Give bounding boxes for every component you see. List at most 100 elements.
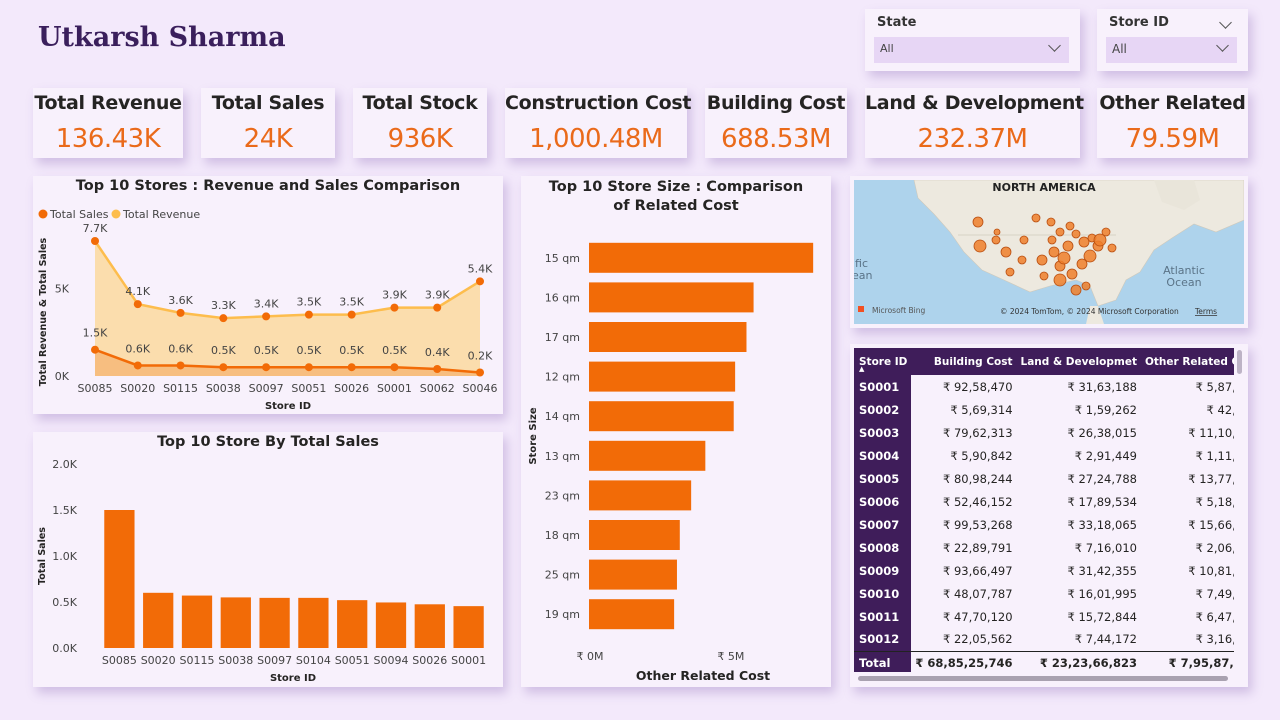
state-slicer[interactable]: State All <box>865 9 1080 71</box>
table-row[interactable]: S0008 ₹ 22,89,791 ₹ 7,16,010 ₹ 2,06,324 <box>854 536 1234 559</box>
bar[interactable] <box>589 599 675 630</box>
bar[interactable] <box>298 597 329 648</box>
table-row[interactable]: S0002 ₹ 5,69,314 ₹ 1,59,262 ₹ 42,444 <box>854 398 1234 421</box>
bar[interactable] <box>375 602 407 648</box>
bar[interactable] <box>259 597 290 648</box>
bar[interactable] <box>589 559 677 590</box>
store-location-dot[interactable] <box>1039 271 1049 281</box>
column-header-building-cost[interactable]: Building Cost <box>911 348 1017 375</box>
revenue-point[interactable] <box>176 308 185 317</box>
total-sales-chart-card[interactable]: Top 10 Store By Total Sales 0.0K 0.5K 1.0K… <box>33 432 503 687</box>
sales-point[interactable] <box>262 363 271 372</box>
revenue-sales-area-chart[interactable]: Total Sales Total Revenue 5K 0K Total Revenu… <box>33 176 503 414</box>
column-header-land-development[interactable]: Land & Developmet <box>1016 348 1141 375</box>
store-location-dot[interactable] <box>1031 213 1041 223</box>
store-location-dot[interactable] <box>993 228 1001 236</box>
table-row[interactable]: S0007 ₹ 99,53,268 ₹ 33,18,065 ₹ 15,66,057 <box>854 513 1234 536</box>
table-row[interactable]: S0004 ₹ 5,90,842 ₹ 2,91,449 ₹ 1,11,664 <box>854 444 1234 467</box>
bar[interactable] <box>589 242 814 273</box>
store-location-dot[interactable] <box>1071 229 1081 239</box>
bar[interactable] <box>589 361 736 392</box>
store-location-dot[interactable] <box>991 235 1001 245</box>
state-dropdown[interactable]: All <box>874 37 1069 63</box>
store-location-dot[interactable] <box>1053 273 1067 287</box>
column-header-store-id[interactable]: Store ID ▲ <box>854 348 912 375</box>
bar[interactable] <box>414 604 445 648</box>
store-location-dot[interactable] <box>973 239 987 253</box>
sort-asc-icon[interactable]: ▲ <box>859 365 864 373</box>
sales-point[interactable] <box>219 363 228 372</box>
vertical-scrollbar[interactable] <box>1237 350 1242 374</box>
table-row[interactable]: S0005 ₹ 80,98,244 ₹ 27,24,788 ₹ 13,77,627 <box>854 467 1234 490</box>
bar[interactable] <box>589 440 706 471</box>
revenue-point[interactable] <box>91 237 99 245</box>
store-location-dot[interactable] <box>1066 268 1078 280</box>
bar[interactable] <box>143 592 174 648</box>
column-header-other-related-cost[interactable]: Other Related Cost <box>1140 348 1234 375</box>
revenue-point[interactable] <box>262 312 271 321</box>
bar[interactable] <box>589 282 754 313</box>
north-america-map[interactable]: NORTH AMERICA ificean AtlanticOcean Micr… <box>854 180 1244 324</box>
cost-table[interactable]: Store ID ▲ Building Cost Land & Developm… <box>854 348 1234 672</box>
table-row[interactable]: S0010 ₹ 48,07,787 ₹ 16,01,995 ₹ 7,49,086 <box>854 582 1234 605</box>
bar[interactable] <box>104 510 135 648</box>
map-terms-link[interactable]: Terms <box>1194 307 1217 316</box>
revenue-point[interactable] <box>476 277 484 286</box>
sales-point[interactable] <box>304 363 313 372</box>
table-row[interactable]: S0012 ₹ 22,05,562 ₹ 7,44,172 ₹ 3,16,866 <box>854 628 1234 651</box>
sales-point[interactable] <box>91 345 99 354</box>
store-location-dot[interactable] <box>1101 227 1111 237</box>
store-id-slicer[interactable]: Store ID All <box>1097 9 1248 71</box>
store-location-dot[interactable] <box>1057 251 1071 265</box>
store-size-chart-card[interactable]: Top 10 Store Size : Comparison of Relate… <box>521 176 831 687</box>
table-row[interactable]: S0009 ₹ 93,66,497 ₹ 31,42,355 ₹ 10,81,868 <box>854 559 1234 582</box>
store-location-dot[interactable] <box>1065 221 1075 231</box>
store-location-dot[interactable] <box>1000 246 1012 258</box>
revenue-point[interactable] <box>433 303 442 312</box>
sales-point[interactable] <box>390 363 399 372</box>
bar[interactable] <box>589 480 692 511</box>
store-location-dot[interactable] <box>1048 246 1060 258</box>
store-location-dot[interactable] <box>1076 258 1088 270</box>
sales-point[interactable] <box>347 363 356 372</box>
bar[interactable] <box>589 322 747 352</box>
revenue-point[interactable] <box>390 303 399 312</box>
table-row[interactable]: S0003 ₹ 79,62,313 ₹ 26,38,015 ₹ 11,10,819 <box>854 421 1234 444</box>
bar[interactable] <box>220 597 251 648</box>
store-location-dot[interactable] <box>1036 254 1048 266</box>
horizontal-scrollbar[interactable] <box>858 676 1228 681</box>
revenue-point[interactable] <box>347 310 356 319</box>
revenue-point[interactable] <box>304 310 313 319</box>
total-sales-bar-chart[interactable]: 0.0K 0.5K 1.0K 1.5K 2.0K Total Sales S0085 S002… <box>33 432 503 687</box>
store-location-dot[interactable] <box>1070 284 1082 296</box>
store-location-dot[interactable] <box>1062 240 1074 252</box>
store-map-card[interactable]: NORTH AMERICA ificean AtlanticOcean Micr… <box>850 176 1248 328</box>
revenue-point[interactable] <box>133 300 142 309</box>
sales-point[interactable] <box>433 364 442 373</box>
table-row[interactable]: S0001 ₹ 92,58,470 ₹ 31,63,188 ₹ 5,87,734 <box>854 375 1234 398</box>
bar[interactable] <box>181 595 213 648</box>
table-row[interactable]: S0006 ₹ 52,46,152 ₹ 17,89,534 ₹ 5,18,395 <box>854 490 1234 513</box>
bar[interactable] <box>337 600 368 648</box>
bar[interactable] <box>589 401 734 432</box>
store-location-dot[interactable] <box>1107 243 1117 253</box>
store-location-dot[interactable] <box>1019 235 1029 245</box>
store-location-dot[interactable] <box>1017 255 1027 265</box>
legend-label[interactable]: Total Revenue <box>122 208 200 221</box>
store-location-dot[interactable] <box>1055 227 1065 237</box>
store-location-dot[interactable] <box>1046 217 1056 227</box>
store-location-dot[interactable] <box>1081 281 1091 291</box>
revenue-sales-chart-card[interactable]: Top 10 Stores : Revenue and Sales Compar… <box>33 176 503 414</box>
store-location-dot[interactable] <box>1047 235 1057 245</box>
store-location-dot[interactable] <box>972 216 984 228</box>
sales-point[interactable] <box>476 368 484 377</box>
store-size-hbar-chart[interactable]: 15 qm 16 qm 17 qm 12 qm 14 qm 13 qm 23 qm 18 qm… <box>521 176 831 687</box>
legend-label[interactable]: Total Sales <box>49 208 109 221</box>
store-location-dot[interactable] <box>1005 267 1015 277</box>
bar[interactable] <box>453 606 484 648</box>
store-location-dot[interactable] <box>1078 236 1090 248</box>
chevron-down-icon[interactable] <box>1219 16 1232 29</box>
table-row[interactable]: S0011 ₹ 47,70,120 ₹ 15,72,844 ₹ 6,47,449 <box>854 605 1234 628</box>
sales-point[interactable] <box>133 361 142 370</box>
store-id-dropdown[interactable]: All <box>1106 37 1237 63</box>
